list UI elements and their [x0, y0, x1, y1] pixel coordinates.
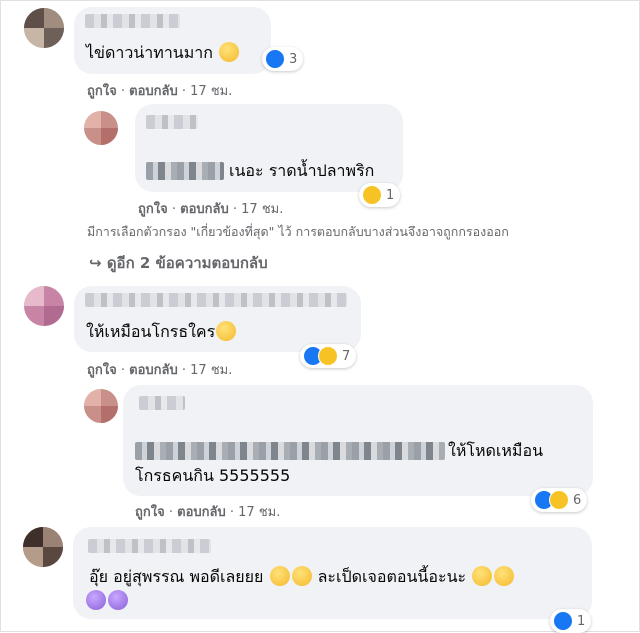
reaction-summary[interactable]: 3 [262, 47, 304, 71]
reply-link[interactable]: ตอบกลับ [180, 202, 229, 217]
smile-emoji-icon [219, 42, 240, 62]
reply-link[interactable]: ตอบกลับ [129, 363, 178, 378]
comment-text-emoji-line [85, 590, 129, 612]
comment-text-line: โกรธคนกิน 5555555 [135, 466, 291, 485]
avatar[interactable] [23, 527, 63, 567]
flushed-emoji-icon [472, 566, 493, 586]
like-link[interactable]: ถูกใจ [135, 505, 165, 520]
avatar[interactable] [84, 389, 118, 423]
timestamp[interactable]: 17 ชม. [241, 202, 283, 217]
flushed-emoji-icon [494, 566, 515, 586]
comment-text: ให้เหมือนโกรธใคร [86, 321, 237, 343]
smile-emoji-icon [269, 566, 290, 586]
like-link[interactable]: ถูกใจ [87, 84, 117, 99]
worried-emoji-icon [86, 590, 106, 610]
reaction-summary[interactable]: 6 [531, 488, 588, 512]
comments-panel: ไข่ดาวน่าทานมาก 3 ถูกใจ · ตอบกลับ · 17 ช… [0, 0, 640, 633]
author-name[interactable] [139, 396, 185, 410]
laughing-emoji-icon [216, 321, 237, 341]
avatar[interactable] [84, 111, 118, 145]
reply-arrow-icon: ↪ [89, 254, 102, 272]
reaction-summary[interactable]: 7 [300, 344, 357, 368]
haha-reaction-icon [318, 346, 338, 366]
reply-link[interactable]: ตอบกลับ [129, 84, 178, 99]
comment-bubble: ไข่ดาวน่าทานมาก [74, 7, 271, 74]
comment-text: เนอะ ราดน้ำปลาพริก [229, 161, 375, 180]
like-link[interactable]: ถูกใจ [138, 202, 168, 217]
avatar[interactable] [24, 8, 64, 48]
author-name[interactable] [85, 293, 347, 307]
like-reaction-icon [553, 611, 573, 631]
view-more-replies-link[interactable]: ↪ ดูอีก 2 ข้อความตอบกลับ [89, 251, 268, 275]
author-name[interactable] [146, 115, 198, 129]
timestamp[interactable]: 17 ชม. [190, 363, 232, 378]
haha-reaction-icon [362, 185, 382, 205]
avatar[interactable] [24, 286, 64, 326]
reaction-summary[interactable]: 1 [359, 183, 401, 207]
comment-actions: ถูกใจ · ตอบกลับ · 17 ชม. [135, 505, 281, 520]
blurred-mention [135, 442, 445, 460]
comment-actions: ถูกใจ · ตอบกลับ · 17 ชม. [87, 84, 233, 99]
blurred-mention [146, 162, 224, 180]
author-name[interactable] [88, 539, 211, 553]
comment-actions: ถูกใจ · ตอบกลับ · 17 ชม. [87, 363, 233, 378]
reply-link[interactable]: ตอบกลับ [177, 505, 226, 520]
author-name[interactable] [85, 14, 180, 28]
reply-bubble: เนอะ ราดน้ำปลาพริก [135, 104, 403, 192]
comment-bubble: อุ๊ย อยู่สุพรรณ พอดีเลยยย ละเป็ดเจอตอนนี… [73, 527, 592, 619]
smile-emoji-icon [291, 566, 312, 586]
timestamp[interactable]: 17 ชม. [190, 84, 232, 99]
haha-reaction-icon [549, 490, 569, 510]
like-link[interactable]: ถูกใจ [87, 363, 117, 378]
comment-text-line: ให้โหดเหมือน [448, 441, 543, 460]
comment-bubble: ให้เหมือนโกรธใคร [74, 286, 361, 352]
reaction-summary[interactable]: 1 [550, 609, 592, 633]
reply-bubble: ให้โหดเหมือน โกรธคนกิน 5555555 [123, 385, 593, 496]
comment-text: อุ๊ย อยู่สุพรรณ พอดีเลยยย ละเป็ดเจอตอนนี… [89, 566, 515, 588]
like-reaction-icon [265, 49, 285, 69]
comment-actions: ถูกใจ · ตอบกลับ · 17 ชม. [138, 202, 284, 217]
timestamp[interactable]: 17 ชม. [238, 505, 280, 520]
filter-notice: มีการเลือกตัวกรอง "เกี่ยวข้องที่สุด" ไว้… [87, 224, 509, 239]
worried-emoji-icon [108, 590, 128, 610]
comment-text: ไข่ดาวน่าทานมาก [86, 42, 240, 64]
